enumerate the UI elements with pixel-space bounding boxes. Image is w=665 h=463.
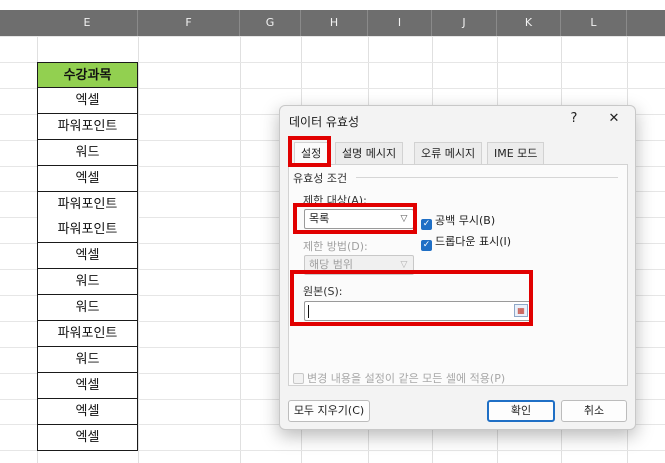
gridline-horizontal — [0, 36, 665, 37]
allow-label: 제한 대상(A): — [303, 194, 367, 207]
table-row[interactable]: 엑셀 — [37, 243, 138, 269]
table-row[interactable]: 파워포인트 — [37, 192, 138, 218]
checkbox-unchecked-icon — [293, 373, 304, 384]
table-row[interactable]: 엑셀 — [37, 88, 138, 114]
table-row[interactable]: 엑셀 — [37, 425, 138, 451]
in-cell-dropdown-checkbox[interactable]: ✓ 드롭다운 표시(I) — [421, 233, 511, 251]
tab-input-message[interactable]: 설명 메시지 — [335, 142, 404, 164]
table-row[interactable]: 엑셀 — [37, 373, 138, 399]
cancel-button[interactable]: 취소 — [561, 400, 627, 422]
data-validation-dialog: 데이터 유효성 ? ✕ 설정 설명 메시지 오류 메시지 IME 모드 유효성 … — [279, 105, 636, 430]
ignore-blank-checkbox[interactable]: ✓ 공백 무시(B) — [421, 212, 495, 230]
column-header-i[interactable]: I — [368, 10, 432, 36]
table-row[interactable]: 워드 — [37, 295, 138, 321]
table-row[interactable]: 파워포인트 — [37, 321, 138, 347]
column-header-g[interactable]: G — [240, 10, 301, 36]
apply-all-label: 변경 내용을 설정이 같은 모든 셀에 적용(P) — [307, 372, 506, 385]
data-select-value: 해당 범위 — [309, 258, 353, 271]
tab-ime-mode[interactable]: IME 모드 — [487, 142, 545, 164]
checkbox-checked-icon: ✓ — [421, 219, 432, 230]
ignore-blank-label: 공백 무시(B) — [435, 214, 496, 227]
ok-button[interactable]: 확인 — [487, 400, 555, 422]
header-cell-course[interactable]: 수강과목 — [37, 62, 138, 88]
column-header-e[interactable]: E — [37, 10, 138, 36]
chevron-down-icon: ▽ — [400, 214, 408, 224]
dialog-title: 데이터 유효성 — [289, 115, 360, 129]
settings-panel: 유효성 조건 제한 대상(A): 목록 ▽ ✓ 공백 무시(B) ✓ 드롭다운 표시… — [288, 164, 628, 386]
table-row[interactable]: 엑셀 — [37, 399, 138, 425]
allow-select[interactable]: 목록 ▽ — [304, 209, 414, 229]
chevron-down-icon: ▽ — [400, 260, 408, 270]
apply-all-checkbox[interactable]: 변경 내용을 설정이 같은 모든 셀에 적용(P) — [293, 370, 505, 386]
allow-select-value: 목록 — [309, 212, 330, 225]
source-label: 원본(S): — [303, 285, 343, 298]
column-header-h[interactable]: H — [301, 10, 368, 36]
table-row[interactable]: 파워포인트 — [37, 114, 138, 140]
source-input[interactable]: ▦ — [304, 301, 531, 321]
table-row[interactable]: 엑셀 — [37, 166, 138, 192]
group-divider — [356, 177, 618, 178]
help-button[interactable]: ? — [562, 111, 586, 129]
table-row[interactable]: 파워포인트 — [37, 217, 138, 243]
checkbox-checked-icon: ✓ — [421, 240, 432, 251]
column-header-k[interactable]: K — [497, 10, 561, 36]
tab-error-alert[interactable]: 오류 메시지 — [414, 142, 483, 164]
clear-all-button[interactable]: 모두 지우기(C) — [288, 400, 370, 422]
column-header-f[interactable]: F — [138, 10, 240, 36]
text-caret — [308, 305, 309, 318]
column-header-j[interactable]: J — [432, 10, 497, 36]
range-select-icon[interactable]: ▦ — [514, 304, 528, 317]
column-header-l[interactable]: L — [561, 10, 627, 36]
table-row[interactable]: 워드 — [37, 347, 138, 373]
table-row[interactable]: 워드 — [37, 140, 138, 166]
criteria-label: 유효성 조건 — [293, 172, 348, 185]
data-label: 제한 방법(D): — [303, 240, 368, 253]
table-row[interactable]: 워드 — [37, 269, 138, 295]
tab-settings[interactable]: 설정 — [294, 142, 329, 165]
close-button[interactable]: ✕ — [602, 111, 626, 129]
in-cell-dropdown-label: 드롭다운 표시(I) — [435, 235, 512, 248]
data-select[interactable]: 해당 범위 ▽ — [304, 255, 414, 275]
dialog-title-bar: 데이터 유효성 ? ✕ — [280, 106, 635, 134]
